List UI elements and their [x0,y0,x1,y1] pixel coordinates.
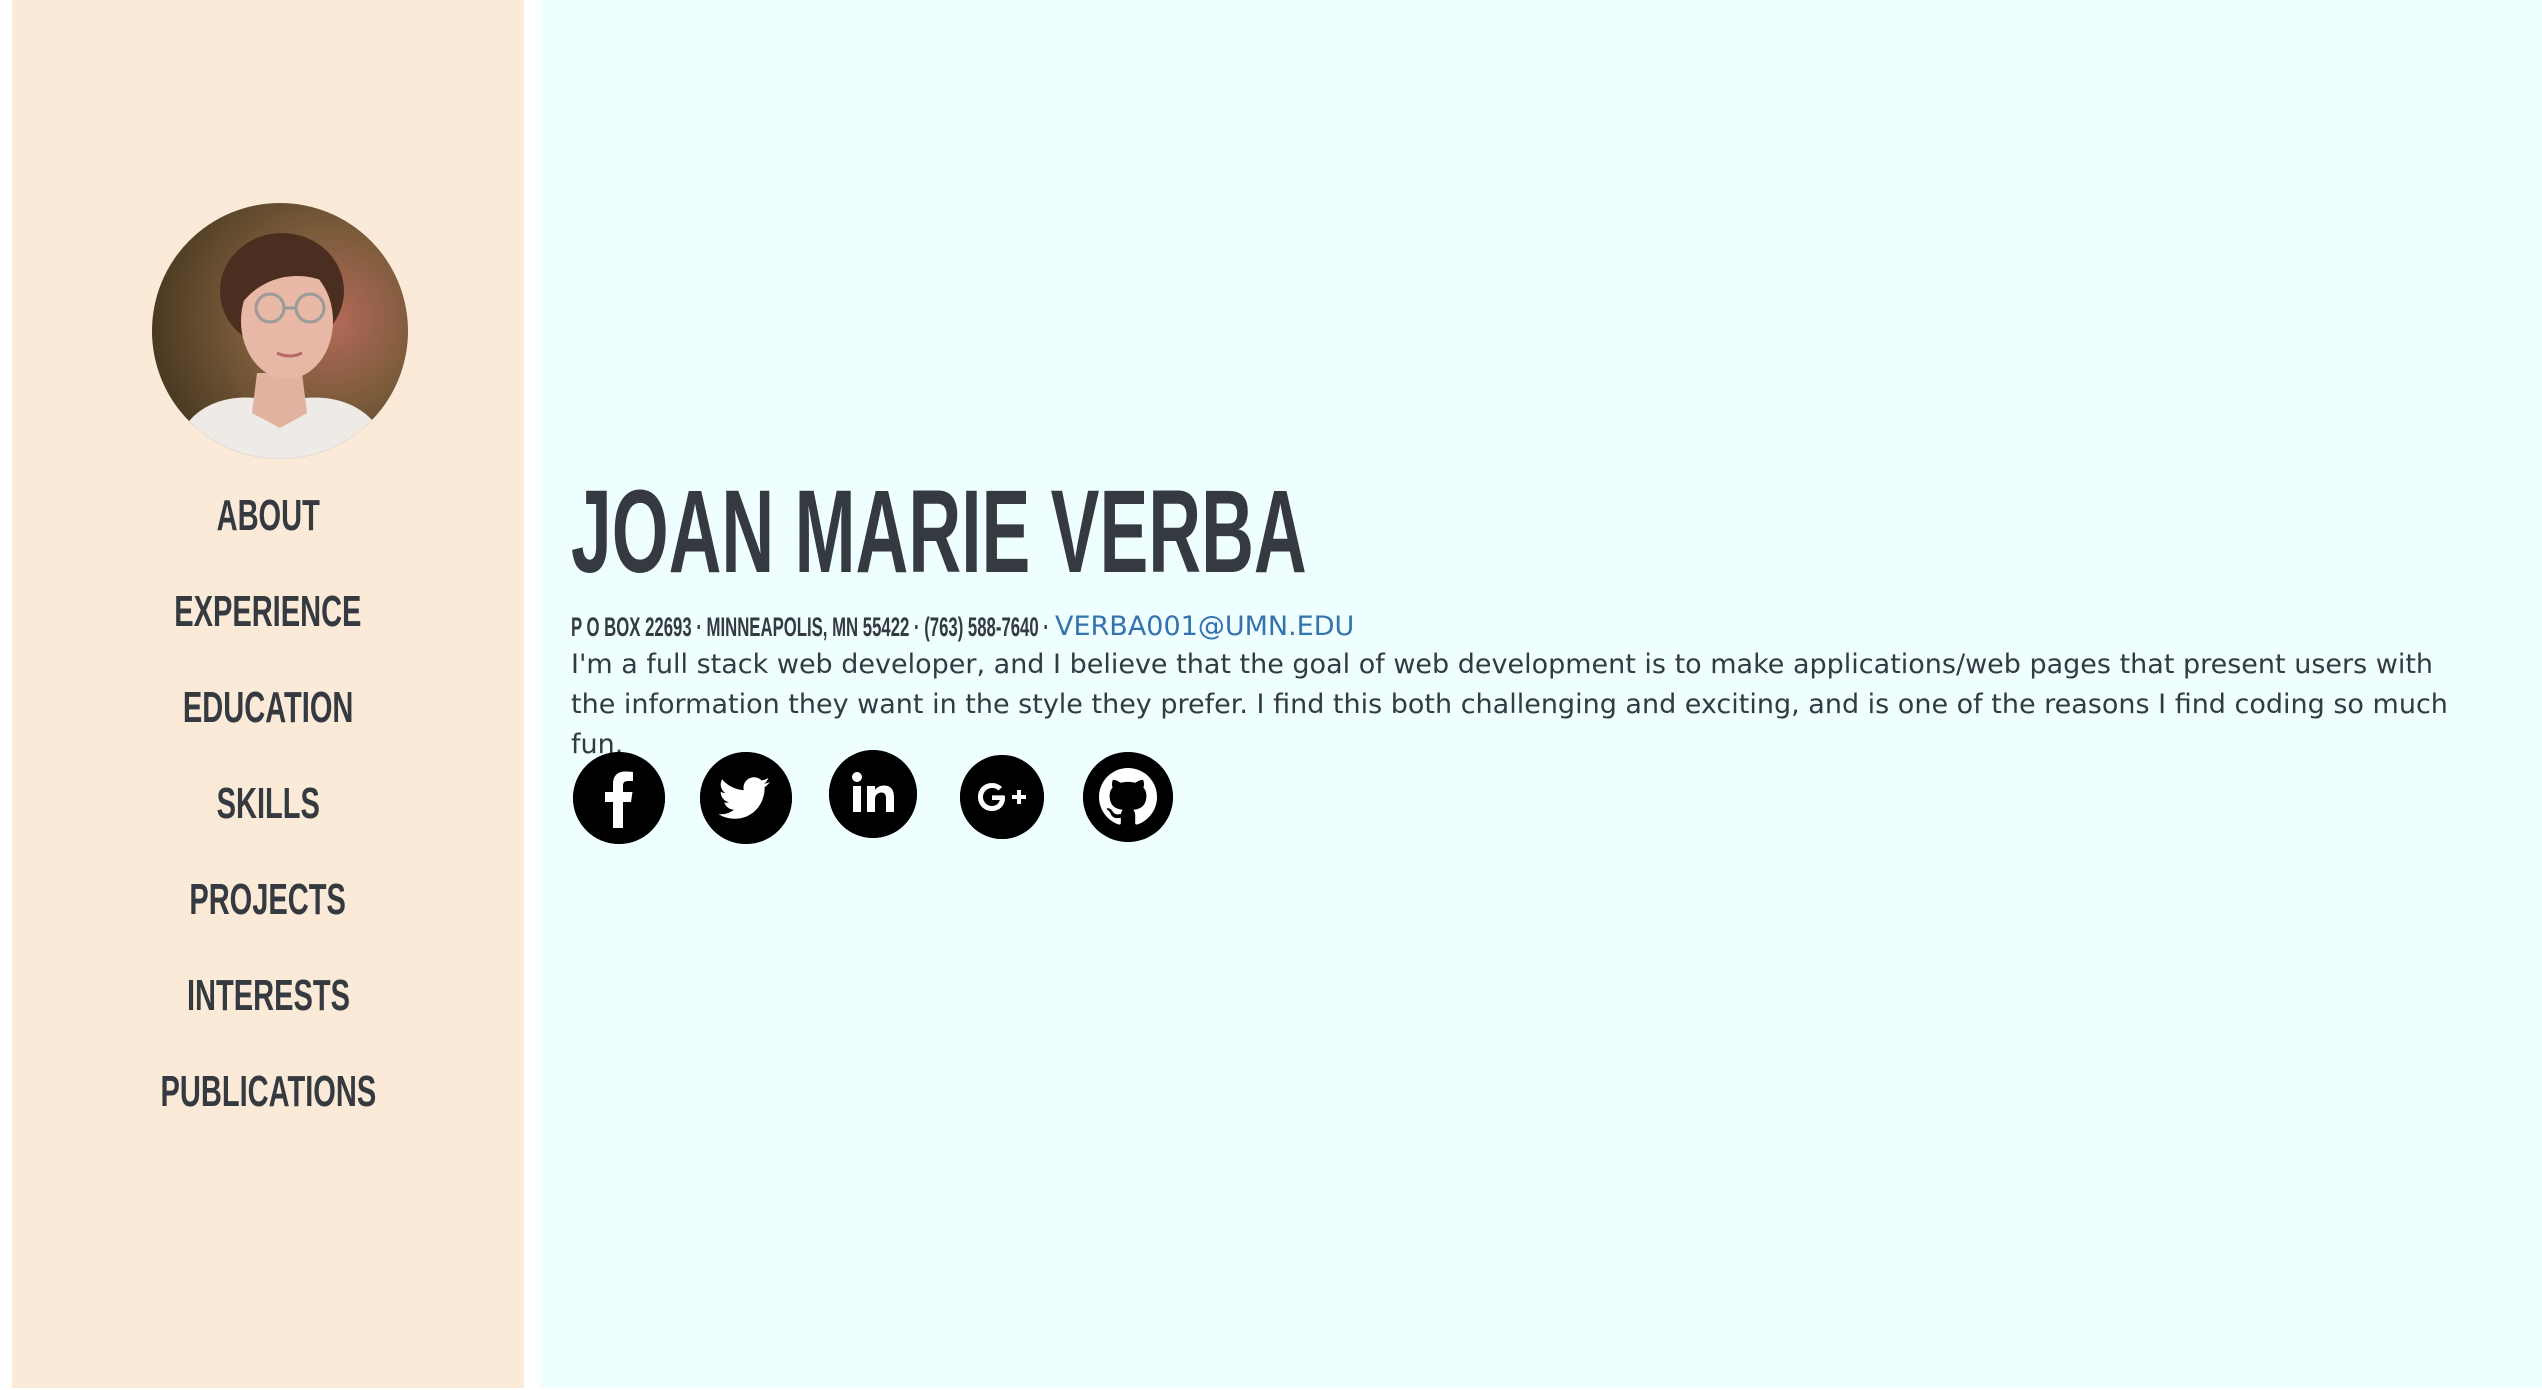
github-icon[interactable] [1083,752,1173,842]
nav-item-skills: Skills [12,756,524,852]
nav-link-interests[interactable]: Interests [187,971,350,1021]
nav-item-interests: Interests [12,948,524,1044]
contact-line: P O Box 22693 · Minneapolis, MN 55422 · … [571,609,1354,645]
twitter-icon[interactable] [700,752,792,844]
email-link[interactable]: VERBA001@UMN.EDU [1055,609,1354,645]
nav-link-publications[interactable]: Publications [160,1067,376,1117]
avatar [152,203,408,459]
nav-link-skills[interactable]: Skills [216,779,319,829]
nav-item-publications: Publications [12,1044,524,1140]
page: About Experience Education Skills Projec… [0,0,2542,1390]
nav-link-experience[interactable]: Experience [174,587,361,637]
sidebar-nav: About Experience Education Skills Projec… [12,468,524,1140]
nav-link-about[interactable]: About [216,491,319,541]
nav-item-about: About [12,468,524,564]
profile-photo [152,203,408,459]
nav-item-education: Education [12,660,524,756]
contact-address: P O Box 22693 · Minneapolis, MN 55422 · … [571,612,1049,642]
page-title: Joan Marie Verba [571,466,1307,598]
google-plus-icon[interactable] [960,755,1044,839]
facebook-icon[interactable] [573,752,665,844]
nav-item-projects: Projects [12,852,524,948]
sidebar: About Experience Education Skills Projec… [12,0,524,1388]
nav-link-projects[interactable]: Projects [190,875,347,925]
nav-item-experience: Experience [12,564,524,660]
linkedin-icon[interactable] [829,750,917,838]
nav-link-education[interactable]: Education [183,683,353,733]
intro-text: I'm a full stack web developer, and I be… [571,649,2448,760]
